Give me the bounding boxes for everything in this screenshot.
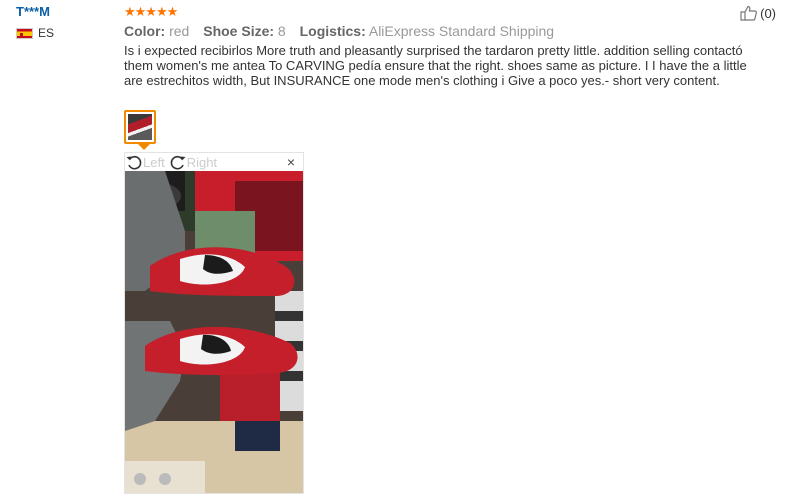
thumbnail-caret	[138, 144, 150, 150]
photo-viewer: Left Right ×	[124, 152, 304, 494]
star-rating: ★★★★★	[124, 4, 178, 19]
rotate-left-button[interactable]: Left	[125, 154, 165, 170]
rotate-left-label: Left	[143, 154, 165, 170]
review-content: ★★★★★ Color: red Shoe Size: 8 Logistics:…	[124, 4, 764, 88]
close-viewer-button[interactable]: ×	[287, 153, 295, 171]
helpful-count: (0)	[760, 5, 776, 21]
review-item: T***M ES ★★★★★ Color: red Shoe Size: 8 L…	[0, 0, 790, 497]
rotate-left-icon	[126, 155, 142, 170]
buyer-name[interactable]: T***M	[16, 4, 116, 20]
country-code: ES	[38, 26, 55, 40]
logistics-label: Logistics:	[299, 23, 366, 39]
buyer-country: ES	[16, 26, 116, 40]
size-value: 8	[277, 23, 286, 39]
buyer-info: T***M ES	[16, 4, 116, 40]
thumbnail-image	[128, 114, 152, 140]
thumbs-up-icon	[740, 5, 758, 21]
rotate-right-button[interactable]: Right	[169, 154, 217, 170]
order-info: Color: red Shoe Size: 8 Logistics: AliEx…	[124, 22, 764, 40]
color-value: red	[169, 23, 190, 39]
helpful-button[interactable]: (0)	[740, 5, 776, 21]
size-label: Shoe Size:	[203, 23, 275, 39]
rotate-right-label: Right	[186, 154, 218, 170]
review-photo-thumbnail[interactable]	[124, 110, 156, 144]
color-label: Color:	[124, 23, 166, 39]
review-photo	[125, 171, 303, 493]
feedback-text: Is i expected recibirlos More truth and …	[124, 43, 747, 88]
rotate-right-icon	[170, 155, 186, 170]
viewer-toolbar: Left Right ×	[125, 153, 303, 171]
spain-flag-icon	[16, 27, 33, 39]
logistics-value: AliExpress Standard Shipping	[368, 23, 555, 39]
